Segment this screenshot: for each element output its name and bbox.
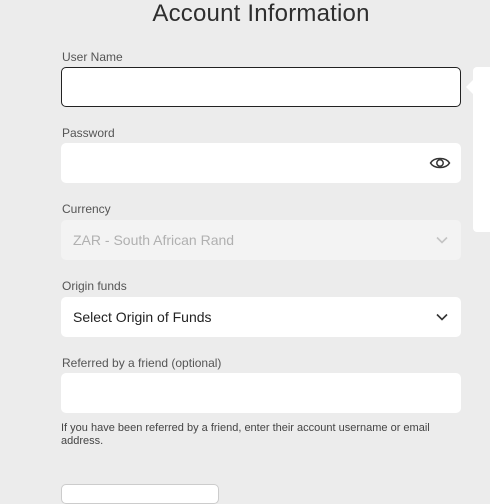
referral-field[interactable] [61,373,461,413]
origin-value: Select Origin of Funds [73,309,212,325]
chevron-down-icon [436,236,448,244]
next-button[interactable] [61,484,219,504]
currency-value: ZAR - South African Rand [73,232,235,248]
origin-label: Origin funds [62,279,127,293]
page-title: Account Information [152,0,370,27]
currency-label: Currency [62,202,111,216]
referral-help-text: If you have been referred by a friend, e… [61,422,430,447]
username-field[interactable] [61,67,461,107]
tooltip-pointer [466,80,473,94]
referral-label: Referred by a friend (optional) [62,356,222,370]
currency-select: ZAR - South African Rand [61,220,461,260]
origin-select[interactable]: Select Origin of Funds [61,297,461,337]
eye-icon[interactable] [429,153,451,173]
password-label: Password [62,126,115,140]
username-label: User Name [62,50,123,64]
password-input[interactable] [61,143,461,183]
chevron-down-icon[interactable] [435,310,449,324]
username-input[interactable] [62,68,460,106]
referral-input[interactable] [61,373,461,413]
password-field[interactable] [61,143,461,183]
side-tooltip-panel [473,67,490,232]
